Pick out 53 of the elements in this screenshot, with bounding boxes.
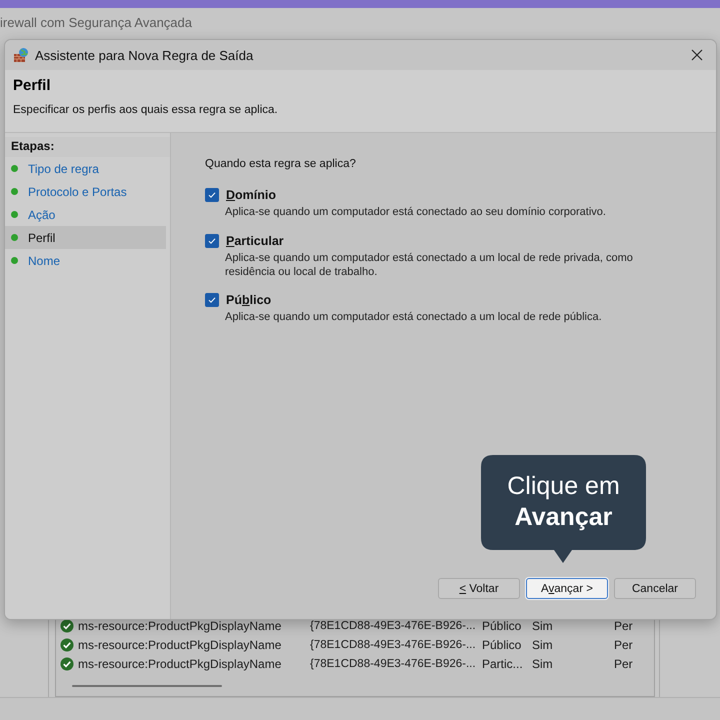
close-icon: [691, 49, 703, 61]
checkmark-icon: [207, 236, 217, 246]
dialog-button[interactable]: Cancelar: [614, 578, 696, 599]
checkbox-label[interactable]: Particular: [226, 234, 284, 248]
checkbox[interactable]: [205, 188, 219, 202]
scrollbar[interactable]: [72, 685, 222, 687]
step-item[interactable]: Tipo de regra: [5, 157, 166, 180]
dialog-title: Assistente para Nova Regra de Saída: [35, 48, 254, 62]
step-item[interactable]: Protocolo e Portas: [5, 180, 166, 203]
check-icon: [60, 618, 74, 632]
check-icon: [60, 656, 74, 670]
tooltip-callout: Clique em Avançar: [481, 455, 646, 563]
checkbox-label[interactable]: Domínio: [226, 188, 276, 202]
checkbox[interactable]: [205, 293, 219, 308]
table-cell-text: ms-resource:ProductPkgDisplayName: [78, 656, 282, 670]
dialog-button[interactable]: Avançar >: [526, 578, 608, 599]
table-cell-text: {78E1CD88-49E3-476E-B926-...: [310, 620, 477, 632]
firewall-globe-icon: [13, 47, 29, 63]
table-cell-text: Per: [614, 656, 634, 670]
table-cell-text: Público: [482, 618, 522, 632]
checkbox-label[interactable]: Público: [226, 293, 272, 308]
table-cell-text: ms-resource:ProductPkgDisplayName: [78, 618, 282, 632]
window-title: irewall com Segurança Avançada: [0, 14, 193, 32]
status-dot-icon: [11, 188, 18, 195]
question-text: Quando esta regra se aplica?: [205, 158, 357, 170]
check-icon: [60, 638, 74, 652]
table-cell-text: Partic...: [482, 656, 524, 670]
table-cell-text: Público: [482, 638, 522, 652]
step-item[interactable]: Nome: [5, 249, 166, 272]
dialog-button[interactable]: < Voltar: [438, 578, 520, 599]
table-cell-text: Sim: [532, 656, 554, 670]
status-dot-icon: [11, 234, 18, 241]
status-dot-icon: [11, 257, 18, 264]
step-item[interactable]: Perfil: [5, 226, 166, 249]
table-cell-text: Sim: [532, 618, 554, 632]
table-cell-text: {78E1CD88-49E3-476E-B926-...: [310, 638, 477, 650]
table-cell-text: Per: [614, 618, 634, 632]
steps-heading: Etapas:: [5, 137, 170, 157]
profile-description: Aplica-se quando um computador está conectado a um local de rede pública.: [225, 311, 603, 325]
page-description: Especificar os perfis aos quais essa regra se aplica.: [13, 104, 279, 116]
step-item[interactable]: Ação: [5, 203, 166, 226]
status-dot-icon: [11, 165, 18, 172]
table-cell-text: Sim: [532, 638, 554, 652]
page-heading: Perfil: [13, 77, 52, 94]
table-cell-text: Per: [614, 638, 634, 652]
checkmark-icon: [207, 295, 217, 306]
checkmark-icon: [207, 190, 217, 200]
checkbox[interactable]: [205, 234, 219, 248]
status-dot-icon: [11, 211, 18, 218]
profile-description: Aplica-se quando um computador está conectado a um local de rede privada, como residência ou local de trabalho.: [225, 252, 634, 280]
table-cell-text: ms-resource:ProductPkgDisplayName: [78, 638, 282, 652]
table-cell-text: {78E1CD88-49E3-476E-B926-...: [310, 658, 477, 670]
profile-description: Aplica-se quando um computador está conectado ao seu domínio corporativo.: [225, 206, 607, 220]
